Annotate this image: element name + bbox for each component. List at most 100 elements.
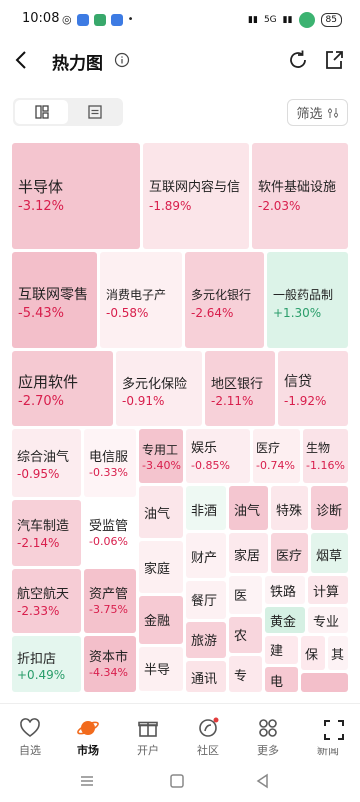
heatmap-tile-oil-gas-1[interactable]: 油气 bbox=[139, 486, 183, 538]
heatmap-tile-semiconductor-equipment[interactable]: 半导 bbox=[139, 647, 183, 691]
heatmap-tile-property[interactable]: 财产 bbox=[186, 533, 226, 578]
tile-name: 计算 bbox=[313, 585, 340, 600]
heatmap-tile-semiconductor[interactable]: 半导体 -3.12% bbox=[12, 143, 140, 249]
status-time: 10:08 bbox=[22, 11, 60, 26]
heatmap-tile-healthcare[interactable]: 医疗 -0.74% bbox=[253, 429, 300, 483]
tile-name: 黄金 bbox=[270, 615, 297, 630]
heatmap-tile-tobacco[interactable]: 烟草 bbox=[311, 533, 348, 573]
heatmap-tile-medical-2[interactable]: 医疗 bbox=[271, 533, 308, 573]
tile-name: 多元化银行 bbox=[191, 288, 252, 302]
heatmap-tile-finance[interactable]: 金融 bbox=[139, 596, 183, 644]
heatmap-tile-diversified-banks[interactable]: 多元化银行 -2.64% bbox=[185, 252, 264, 348]
heatmap-tile-biotech[interactable]: 生物 -1.16% bbox=[303, 429, 348, 483]
nav-market[interactable]: 市场 bbox=[58, 704, 118, 760]
heatmap-tile-medical-3[interactable]: 医 bbox=[229, 576, 262, 614]
heatmap-tile-auto-manufacturers[interactable]: 汽车制造 -2.14% bbox=[12, 500, 81, 566]
heatmap-tile-specialty[interactable]: 特殊 bbox=[271, 486, 308, 530]
heatmap-tile-non-alcoholic[interactable]: 非酒 bbox=[186, 486, 226, 530]
heatmap-tile-travel[interactable]: 旅游 bbox=[186, 622, 226, 658]
heatmap-tile-general-drug[interactable]: 一般药品制 +1.30% bbox=[267, 252, 348, 348]
heatmap-tile-diversified-insurance[interactable]: 多元化保险 -0.91% bbox=[116, 351, 202, 426]
chat-app-icon: ◎ bbox=[62, 13, 72, 26]
tile-name: 资本市 bbox=[89, 650, 129, 665]
tile-name: 医疗 bbox=[276, 549, 303, 564]
filter-label: 筛选 bbox=[296, 107, 323, 122]
heatmap-tile-household[interactable]: 家庭 bbox=[139, 541, 183, 593]
tile-change: +0.49% bbox=[17, 668, 66, 682]
tile-name: 医疗 bbox=[256, 441, 281, 455]
tile-change: -0.85% bbox=[191, 459, 230, 472]
heatmap-tile-home-furnishing[interactable]: 家居 bbox=[229, 533, 268, 573]
heatmap-tile-other[interactable]: 其 bbox=[328, 636, 348, 670]
tile-name: 汽车制造 bbox=[17, 519, 70, 534]
screenshot-scan-button[interactable] bbox=[316, 712, 352, 748]
tile-change: -0.95% bbox=[17, 467, 60, 481]
back-triangle-icon[interactable] bbox=[252, 770, 274, 792]
tile-name: 专 bbox=[234, 669, 248, 684]
scan-frame-icon bbox=[324, 720, 344, 740]
tile-name: 建 bbox=[270, 644, 284, 659]
list-view-button[interactable] bbox=[68, 100, 121, 124]
heatmap-tile-credit[interactable]: 信贷 -1.92% bbox=[278, 351, 348, 426]
heatmap-tile-oil-gas-2[interactable]: 油气 bbox=[229, 486, 268, 530]
page-title: 热力图 bbox=[52, 54, 103, 74]
menu-icon[interactable] bbox=[76, 770, 98, 792]
back-arrow-icon[interactable] bbox=[10, 48, 34, 72]
heatmap-tile-construction[interactable]: 建 bbox=[265, 636, 298, 664]
heatmap-tile-restaurants[interactable]: 餐厅 bbox=[186, 581, 226, 619]
heatmap-tile-diagnostics[interactable]: 诊断 bbox=[311, 486, 348, 530]
tile-change: -2.03% bbox=[258, 199, 301, 213]
refresh-icon[interactable] bbox=[286, 48, 310, 72]
tile-name: 旅游 bbox=[191, 634, 218, 649]
heatmap-tile-aerospace[interactable]: 航空航天 -2.33% bbox=[12, 569, 81, 633]
header: 热力图 bbox=[0, 40, 360, 82]
filter-sliders-icon bbox=[327, 107, 338, 118]
heatmap-tile-internet-retail[interactable]: 互联网零售 -5.43% bbox=[12, 252, 97, 348]
info-icon[interactable] bbox=[114, 52, 130, 68]
heatmap-tile-electrical[interactable]: 电 bbox=[265, 667, 298, 692]
system-nav-bar bbox=[0, 760, 360, 802]
tile-name: 保 bbox=[305, 648, 319, 663]
heatmap-tile-regional-banks[interactable]: 地区银行 -2.11% bbox=[205, 351, 275, 426]
heatmap-tile-computer[interactable]: 计算 bbox=[308, 576, 348, 604]
share-icon[interactable] bbox=[322, 48, 346, 72]
tile-change: +1.30% bbox=[273, 306, 322, 320]
tile-change: -3.12% bbox=[18, 199, 64, 214]
heatmap-tile-integrated-oil[interactable]: 综合油气 -0.95% bbox=[12, 429, 81, 497]
heatmap-tile-misc[interactable] bbox=[301, 673, 348, 692]
heatmap-tile-software-infrastructure[interactable]: 软件基础设施 -2.03% bbox=[252, 143, 348, 249]
nav-watchlist[interactable]: 自选 bbox=[0, 704, 60, 760]
tile-name: 互联网零售 bbox=[18, 287, 88, 303]
heatmap-tile-discount-stores[interactable]: 折扣店 +0.49% bbox=[12, 636, 81, 692]
nav-community[interactable]: 社区 bbox=[178, 704, 238, 760]
tile-change: -0.91% bbox=[122, 394, 165, 408]
heatmap-tile-railroads[interactable]: 铁路 bbox=[265, 576, 305, 604]
heatmap-tile-application-software[interactable]: 应用软件 -2.70% bbox=[12, 351, 113, 426]
heatmap-tile-telecom[interactable]: 电信服 -0.33% bbox=[84, 429, 136, 497]
filter-button[interactable]: 筛选 bbox=[287, 99, 348, 126]
heatmap-tile-professional[interactable]: 专业 bbox=[308, 607, 348, 633]
heatmap-tile-internet-content[interactable]: 互联网内容与信 -1.89% bbox=[143, 143, 249, 249]
grid-icon bbox=[259, 719, 277, 737]
heatmap-tile-asset-management[interactable]: 资产管 -3.75% bbox=[84, 569, 136, 633]
heatmap-tile-regulated[interactable]: 受监管 -0.06% bbox=[84, 500, 136, 566]
nav-open-account[interactable]: 开户 bbox=[118, 704, 178, 760]
heatmap-tile-consumer-electronics[interactable]: 消费电子产 -0.58% bbox=[100, 252, 182, 348]
heatmap-tile-communication[interactable]: 通讯 bbox=[186, 661, 226, 692]
gift-icon bbox=[138, 721, 158, 737]
heatmap-tile-gold[interactable]: 黄金 bbox=[265, 607, 305, 633]
tile-name: 生物 bbox=[306, 441, 331, 455]
nav-label: 市场 bbox=[77, 744, 99, 757]
heatmap-tile-specialty-industrial[interactable]: 专用工 -3.40% bbox=[139, 429, 183, 483]
heatmap-view-button[interactable] bbox=[15, 100, 68, 124]
heatmap-tile-insurance[interactable]: 保 bbox=[301, 636, 325, 670]
nav-more[interactable]: 更多 bbox=[238, 704, 298, 760]
tile-name: 娱乐 bbox=[191, 441, 218, 456]
heatmap-tile-agriculture[interactable]: 农 bbox=[229, 617, 262, 653]
home-square-icon[interactable] bbox=[166, 770, 188, 792]
tile-change: -0.33% bbox=[89, 466, 128, 479]
heatmap-tile-entertainment[interactable]: 娱乐 -0.85% bbox=[186, 429, 250, 483]
tile-name: 电 bbox=[270, 675, 284, 690]
heatmap-tile-specialized[interactable]: 专 bbox=[229, 656, 262, 692]
heatmap-tile-capital-markets[interactable]: 资本市 -4.34% bbox=[84, 636, 136, 692]
